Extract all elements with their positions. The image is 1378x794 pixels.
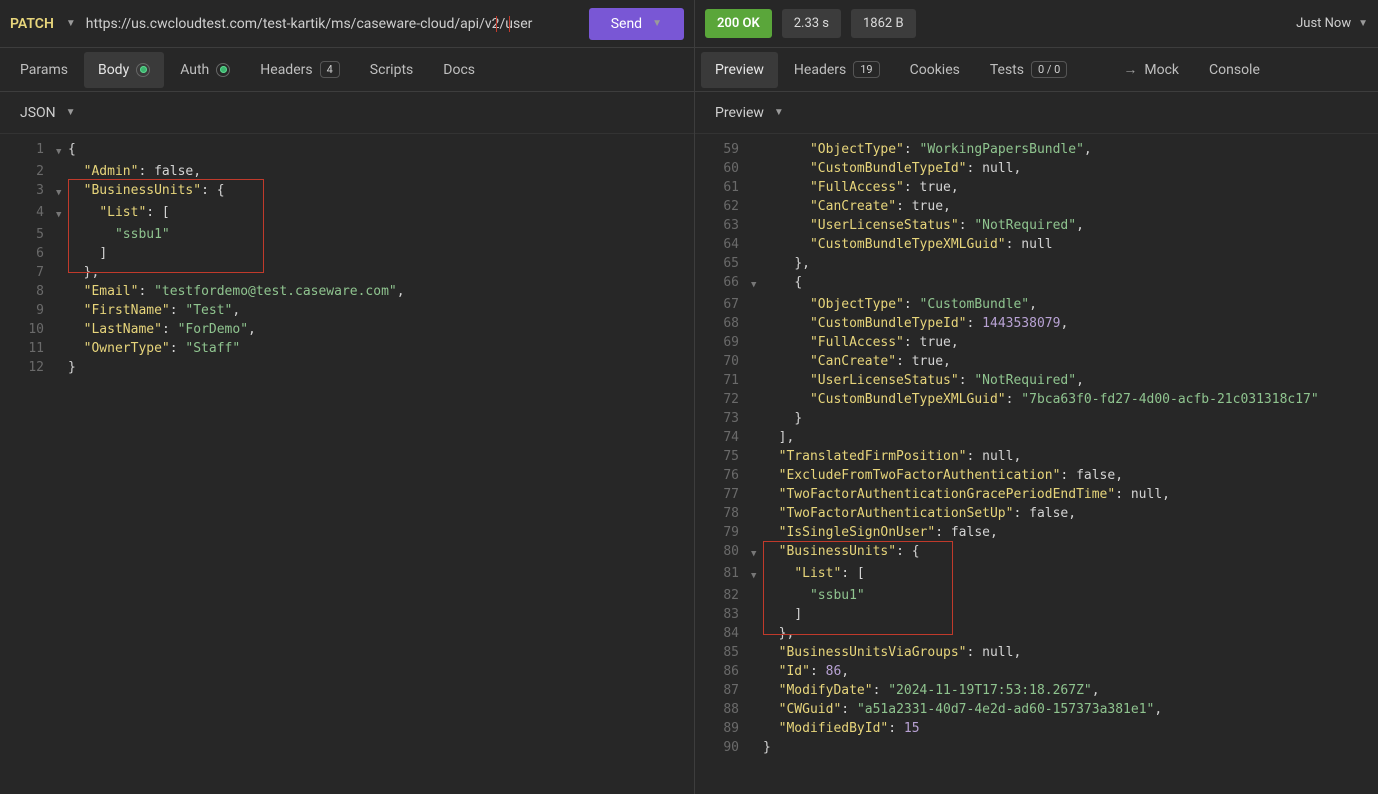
code-line: 88 "CWGuid": "a51a2331-40d7-4e2d-ad60-15… [695, 700, 1378, 719]
preview-mode-label: Preview [715, 105, 764, 121]
code-line: 60 "CustomBundleTypeId": null, [695, 159, 1378, 178]
code-line: 3▼ "BusinessUnits": { [0, 181, 694, 203]
code-line: 1▼{ [0, 140, 694, 162]
code-line: 62 "CanCreate": true, [695, 197, 1378, 216]
code-line: 6 ] [0, 244, 694, 263]
request-body-editor[interactable]: 1▼{2 "Admin": false,3▼ "BusinessUnits": … [0, 134, 694, 794]
url-text: https://us.cwcloudtest.com/test-kartik/m… [86, 16, 533, 32]
code-line: 84 }, [695, 624, 1378, 643]
code-line: 9 "FirstName": "Test", [0, 301, 694, 320]
tab-mock[interactable]: → Mock [1103, 51, 1193, 88]
tab-resp-headers-label: Headers [794, 62, 846, 78]
tab-resp-headers[interactable]: Headers 19 [780, 51, 894, 88]
send-label: Send [611, 16, 642, 32]
tab-console[interactable]: Console [1195, 52, 1274, 88]
headers-count-badge: 4 [320, 61, 340, 78]
code-line: 77 "TwoFactorAuthenticationGracePeriodEn… [695, 485, 1378, 504]
tab-headers[interactable]: Headers 4 [246, 51, 354, 88]
code-line: 61 "FullAccess": true, [695, 178, 1378, 197]
tab-tests-label: Tests [990, 62, 1024, 78]
tab-docs[interactable]: Docs [429, 52, 489, 88]
code-line: 69 "FullAccess": true, [695, 333, 1378, 352]
timestamp-label: Just Now [1296, 16, 1351, 31]
code-line: 59 "ObjectType": "WorkingPapersBundle", [695, 140, 1378, 159]
code-line: 75 "TranslatedFirmPosition": null, [695, 447, 1378, 466]
url-input[interactable]: https://us.cwcloudtest.com/test-kartik/m… [86, 16, 579, 32]
response-timestamp[interactable]: Just Now ▼ [1296, 16, 1368, 31]
tab-params[interactable]: Params [6, 52, 82, 88]
code-line: 65 }, [695, 254, 1378, 273]
code-line: 64 "CustomBundleTypeXMLGuid": null [695, 235, 1378, 254]
tab-auth-label: Auth [180, 62, 209, 78]
code-line: 12} [0, 358, 694, 377]
body-type-dropdown-icon: ▼ [66, 107, 76, 118]
response-time: 2.33 s [782, 9, 841, 38]
code-line: 83 ] [695, 605, 1378, 624]
body-type-label: JSON [20, 105, 56, 121]
code-line: 5 "ssbu1" [0, 225, 694, 244]
tab-body-label: Body [98, 62, 129, 78]
send-dropdown-icon[interactable]: ▼ [652, 18, 662, 29]
response-size: 1862 B [851, 9, 916, 38]
preview-mode-selector[interactable]: Preview ▼ [695, 92, 1378, 134]
resp-headers-count-badge: 19 [853, 61, 879, 78]
code-line: 87 "ModifyDate": "2024-11-19T17:53:18.26… [695, 681, 1378, 700]
code-line: 71 "UserLicenseStatus": "NotRequired", [695, 371, 1378, 390]
mock-arrow-icon: → [1117, 61, 1137, 78]
tab-cookies[interactable]: Cookies [896, 52, 974, 88]
code-line: 79 "IsSingleSignOnUser": false, [695, 523, 1378, 542]
body-changed-icon [136, 63, 150, 77]
tab-scripts[interactable]: Scripts [356, 52, 427, 88]
code-line: 66▼ { [695, 273, 1378, 295]
request-bar: PATCH ▼ https://us.cwcloudtest.com/test-… [0, 0, 694, 48]
tab-body[interactable]: Body [84, 52, 164, 88]
send-button[interactable]: Send ▼ [589, 8, 684, 40]
code-line: 8 "Email": "testfordemo@test.caseware.co… [0, 282, 694, 301]
http-method[interactable]: PATCH [10, 16, 56, 32]
tab-auth[interactable]: Auth [166, 52, 244, 88]
code-line: 67 "ObjectType": "CustomBundle", [695, 295, 1378, 314]
tab-mock-label: Mock [1144, 62, 1179, 78]
code-line: 78 "TwoFactorAuthenticationSetUp": false… [695, 504, 1378, 523]
code-line: 68 "CustomBundleTypeId": 1443538079, [695, 314, 1378, 333]
status-code: 200 OK [705, 9, 772, 38]
tab-headers-label: Headers [260, 62, 312, 78]
response-tabs: Preview Headers 19 Cookies Tests 0 / 0 →… [695, 48, 1378, 92]
code-line: 63 "UserLicenseStatus": "NotRequired", [695, 216, 1378, 235]
method-dropdown-icon[interactable]: ▼ [66, 18, 76, 29]
request-tabs: Params Body Auth Headers 4 Scripts Docs [0, 48, 694, 92]
body-type-selector[interactable]: JSON ▼ [0, 92, 694, 134]
code-line: 11 "OwnerType": "Staff" [0, 339, 694, 358]
code-line: 81▼ "List": [ [695, 564, 1378, 586]
code-line: 76 "ExcludeFromTwoFactorAuthentication":… [695, 466, 1378, 485]
auth-set-icon [216, 63, 230, 77]
code-line: 4▼ "List": [ [0, 203, 694, 225]
code-line: 73 } [695, 409, 1378, 428]
code-line: 90} [695, 738, 1378, 757]
code-line: 7 }, [0, 263, 694, 282]
preview-dropdown-icon: ▼ [774, 107, 784, 118]
tab-tests[interactable]: Tests 0 / 0 [976, 51, 1082, 88]
tests-count-badge: 0 / 0 [1031, 61, 1067, 78]
code-line: 89 "ModifiedById": 15 [695, 719, 1378, 738]
code-line: 74 ], [695, 428, 1378, 447]
code-line: 82 "ssbu1" [695, 586, 1378, 605]
code-line: 10 "LastName": "ForDemo", [0, 320, 694, 339]
response-bar: 200 OK 2.33 s 1862 B Just Now ▼ [695, 0, 1378, 48]
timestamp-dropdown-icon: ▼ [1358, 18, 1368, 29]
code-line: 80▼ "BusinessUnits": { [695, 542, 1378, 564]
response-body-viewer[interactable]: 59 "ObjectType": "WorkingPapersBundle",6… [695, 134, 1378, 794]
code-line: 85 "BusinessUnitsViaGroups": null, [695, 643, 1378, 662]
tab-preview[interactable]: Preview [701, 52, 778, 88]
code-line: 70 "CanCreate": true, [695, 352, 1378, 371]
code-line: 2 "Admin": false, [0, 162, 694, 181]
code-line: 86 "Id": 86, [695, 662, 1378, 681]
code-line: 72 "CustomBundleTypeXMLGuid": "7bca63f0-… [695, 390, 1378, 409]
